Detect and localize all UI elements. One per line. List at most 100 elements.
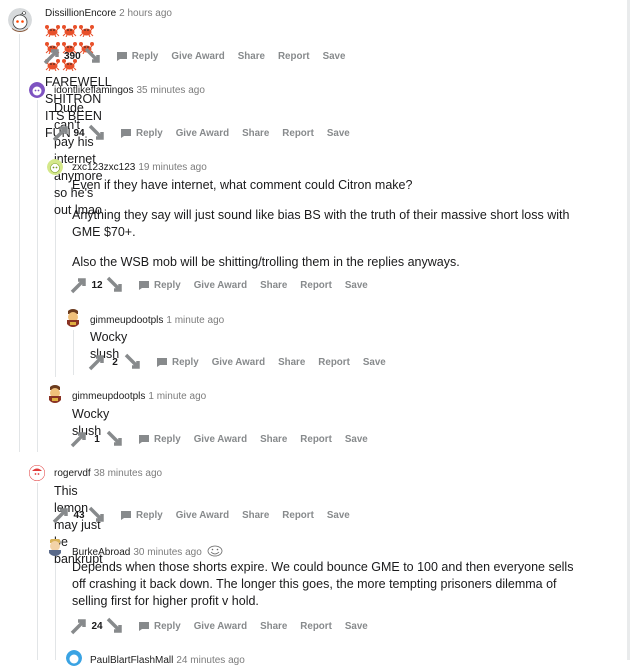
timestamp[interactable]: 2 hours ago [119, 8, 172, 19]
reply-button[interactable]: Reply [156, 357, 199, 368]
report-button[interactable]: Report [318, 357, 350, 368]
reply-button[interactable]: Reply [138, 280, 181, 291]
give-award-button[interactable]: Give Award [194, 280, 247, 291]
author-name[interactable]: DissillionEncore [45, 8, 116, 19]
reply-label: Reply [172, 356, 199, 368]
reply-button[interactable]: Reply [138, 434, 181, 445]
award-label: Give Award [193, 279, 248, 291]
author-name[interactable]: rogervdf [54, 468, 91, 479]
reply-icon [121, 128, 131, 138]
share-label: Share [242, 127, 270, 139]
give-award-button[interactable]: Give Award [212, 357, 265, 368]
comment-body: Even if they have internet, what comment… [72, 177, 592, 284]
author-name[interactable]: BurkeAbroad [72, 547, 130, 558]
save-button[interactable]: Save [345, 280, 368, 291]
reply-button[interactable]: Reply [120, 128, 163, 139]
downvote-arrow-icon[interactable] [105, 429, 125, 449]
share-button[interactable]: Share [238, 51, 265, 62]
downvote-arrow-icon[interactable] [105, 616, 125, 636]
timestamp[interactable]: 35 minutes ago [137, 85, 205, 96]
report-button[interactable]: Report [300, 434, 332, 445]
author-name[interactable]: zxc123zxc123 [72, 162, 135, 173]
give-award-button[interactable]: Give Award [194, 434, 247, 445]
thread-line-burke[interactable] [55, 556, 56, 660]
report-button[interactable]: Report [300, 280, 332, 291]
save-button[interactable]: Save [323, 51, 346, 62]
downvote-arrow-icon[interactable] [87, 123, 107, 143]
comment-paragraph: Also the WSB mob will be shitting/trolli… [72, 255, 460, 269]
give-award-button[interactable]: Give Award [176, 510, 229, 521]
downvote-arrow-icon[interactable] [123, 352, 143, 372]
timestamp[interactable]: 1 minute ago [166, 315, 224, 326]
downvote-arrow-icon[interactable] [105, 275, 125, 295]
give-award-button[interactable]: Give Award [171, 51, 224, 62]
author-name[interactable]: PaulBlartFlashMall [90, 655, 173, 666]
snoo-avatar[interactable] [8, 8, 32, 32]
award-label: Give Award [193, 433, 248, 445]
save-button[interactable]: Save [363, 357, 386, 368]
custom-avatar[interactable] [47, 538, 63, 556]
award-label: Give Award [193, 620, 248, 632]
save-button[interactable]: Save [345, 621, 368, 632]
share-button[interactable]: Share [242, 128, 269, 139]
award-label: Give Award [211, 356, 266, 368]
author-name[interactable]: idontlikeflamingos [54, 85, 134, 96]
share-button[interactable]: Share [278, 357, 305, 368]
snoo-avatar[interactable] [29, 82, 45, 98]
timestamp[interactable]: 19 minutes ago [138, 162, 206, 173]
crab-emoji-icon [79, 25, 94, 37]
give-award-button[interactable]: Give Award [194, 621, 247, 632]
reply-label: Reply [131, 50, 159, 62]
crab-emoji-icon [62, 25, 77, 37]
timestamp[interactable]: 24 minutes ago [176, 655, 244, 666]
thread-line-level-1[interactable] [37, 100, 38, 452]
upvote-arrow-icon[interactable] [51, 505, 71, 525]
reply-icon [139, 621, 149, 631]
snoo-avatar[interactable] [29, 465, 45, 481]
timestamp[interactable]: 30 minutes ago [133, 547, 201, 558]
save-button[interactable]: Save [345, 434, 368, 445]
custom-avatar[interactable] [47, 385, 63, 403]
author-name[interactable]: gimmeupdootpls [72, 391, 145, 402]
reply-icon [139, 434, 149, 444]
upvote-arrow-icon[interactable] [42, 46, 62, 66]
share-label: Share [260, 433, 288, 445]
downvote-arrow-icon[interactable] [83, 46, 103, 66]
report-button[interactable]: Report [282, 128, 314, 139]
share-button[interactable]: Share [260, 434, 287, 445]
share-button[interactable]: Share [260, 280, 287, 291]
snoo-avatar[interactable] [66, 650, 82, 666]
reply-icon [157, 357, 167, 367]
reply-button[interactable]: Reply [116, 50, 159, 62]
reply-button[interactable]: Reply [120, 510, 163, 521]
thread-line-rogervdf[interactable] [37, 483, 38, 660]
downvote-arrow-icon[interactable] [87, 505, 107, 525]
timestamp[interactable]: 1 minute ago [148, 391, 206, 402]
share-button[interactable]: Share [260, 621, 287, 632]
save-label: Save [326, 127, 350, 139]
upvote-arrow-icon[interactable] [51, 123, 71, 143]
upvote-arrow-icon[interactable] [69, 429, 89, 449]
thread-line-level-3[interactable] [73, 330, 74, 375]
give-award-button[interactable]: Give Award [176, 128, 229, 139]
reply-button[interactable]: Reply [138, 621, 181, 632]
report-label: Report [282, 509, 314, 521]
save-label: Save [344, 433, 368, 445]
upvote-arrow-icon[interactable] [87, 352, 107, 372]
timestamp[interactable]: 38 minutes ago [94, 468, 162, 479]
custom-avatar[interactable] [65, 309, 81, 327]
report-button[interactable]: Report [282, 510, 314, 521]
upvote-arrow-icon[interactable] [69, 275, 89, 295]
comment-paragraph: Anything they say will just sound like b… [72, 208, 570, 239]
share-button[interactable]: Share [242, 510, 269, 521]
report-button[interactable]: Report [300, 621, 332, 632]
thread-line-level-0[interactable] [19, 34, 20, 452]
upvote-arrow-icon[interactable] [69, 616, 89, 636]
author-name[interactable]: gimmeupdootpls [90, 315, 163, 326]
vote-score: 390 [64, 50, 81, 62]
save-button[interactable]: Save [327, 510, 350, 521]
snoo-avatar[interactable] [47, 159, 63, 175]
report-button[interactable]: Report [278, 51, 310, 62]
save-button[interactable]: Save [327, 128, 350, 139]
report-label: Report [318, 356, 350, 368]
